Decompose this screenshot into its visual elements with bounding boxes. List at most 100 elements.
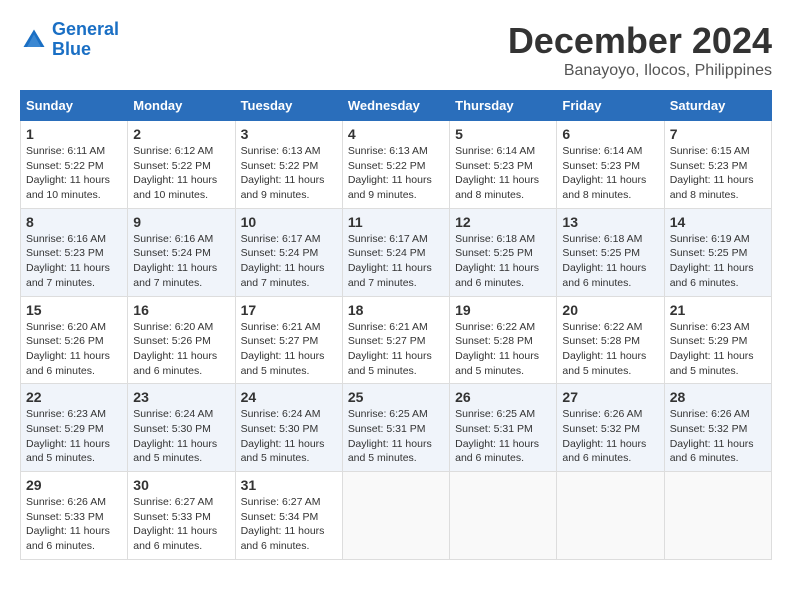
day-number: 5	[455, 126, 551, 142]
day-number: 14	[670, 214, 766, 230]
day-info: Sunrise: 6:20 AM Sunset: 5:26 PM Dayligh…	[26, 320, 122, 379]
calendar-cell: 6Sunrise: 6:14 AM Sunset: 5:23 PM Daylig…	[557, 121, 664, 209]
day-info: Sunrise: 6:17 AM Sunset: 5:24 PM Dayligh…	[241, 232, 337, 291]
weekday-header-thursday: Thursday	[450, 91, 557, 121]
day-number: 16	[133, 302, 229, 318]
logo: General Blue	[20, 20, 119, 60]
calendar-cell: 31 Sunrise: 6:27 AM Sunset: 5:34 PM Dayli…	[235, 472, 342, 560]
calendar-cell: 20 Sunrise: 6:22 AM Sunset: 5:28 PM Dayli…	[557, 296, 664, 384]
calendar-week-5: 29 Sunrise: 6:26 AM Sunset: 5:33 PM Dayli…	[21, 472, 772, 560]
calendar-table: SundayMondayTuesdayWednesdayThursdayFrid…	[20, 90, 772, 560]
weekday-header-friday: Friday	[557, 91, 664, 121]
calendar-week-4: 22 Sunrise: 6:23 AM Sunset: 5:29 PM Dayli…	[21, 384, 772, 472]
calendar-cell: 14 Sunrise: 6:19 AM Sunset: 5:25 PM Dayli…	[664, 208, 771, 296]
day-number: 13	[562, 214, 658, 230]
day-number: 27	[562, 389, 658, 405]
calendar-cell: 18Sunrise: 6:21 AM Sunset: 5:27 PM Dayli…	[342, 296, 449, 384]
calendar-cell: 7Sunrise: 6:15 AM Sunset: 5:23 PM Daylig…	[664, 121, 771, 209]
day-number: 19	[455, 302, 551, 318]
calendar-cell: 17Sunrise: 6:21 AM Sunset: 5:27 PM Dayli…	[235, 296, 342, 384]
day-number: 18	[348, 302, 444, 318]
calendar-cell: 11 Sunrise: 6:17 AM Sunset: 5:24 PM Dayli…	[342, 208, 449, 296]
calendar-cell: 25 Sunrise: 6:25 AM Sunset: 5:31 PM Dayli…	[342, 384, 449, 472]
day-number: 25	[348, 389, 444, 405]
day-info: Sunrise: 6:25 AM Sunset: 5:31 PM Dayligh…	[455, 407, 551, 466]
day-info: Sunrise: 6:25 AM Sunset: 5:31 PM Dayligh…	[348, 407, 444, 466]
calendar-cell: 28 Sunrise: 6:26 AM Sunset: 5:32 PM Dayli…	[664, 384, 771, 472]
day-info: Sunrise: 6:13 AM Sunset: 5:22 PM Dayligh…	[348, 144, 444, 203]
day-info: Sunrise: 6:26 AM Sunset: 5:33 PM Dayligh…	[26, 495, 122, 554]
calendar-cell: 26 Sunrise: 6:25 AM Sunset: 5:31 PM Dayli…	[450, 384, 557, 472]
day-info: Sunrise: 6:17 AM Sunset: 5:24 PM Dayligh…	[348, 232, 444, 291]
calendar-cell: 3 Sunrise: 6:13 AM Sunset: 5:22 PM Daylig…	[235, 121, 342, 209]
day-number: 20	[562, 302, 658, 318]
day-number: 15	[26, 302, 122, 318]
month-title: December 2024	[508, 20, 772, 62]
day-number: 29	[26, 477, 122, 493]
weekday-header-saturday: Saturday	[664, 91, 771, 121]
day-number: 23	[133, 389, 229, 405]
day-number: 30	[133, 477, 229, 493]
logo-icon	[20, 26, 48, 54]
calendar-week-3: 15 Sunrise: 6:20 AM Sunset: 5:26 PM Dayli…	[21, 296, 772, 384]
calendar-week-2: 8Sunrise: 6:16 AM Sunset: 5:23 PM Daylig…	[21, 208, 772, 296]
calendar-cell: 15 Sunrise: 6:20 AM Sunset: 5:26 PM Dayli…	[21, 296, 128, 384]
calendar-cell: 30Sunrise: 6:27 AM Sunset: 5:33 PM Dayli…	[128, 472, 235, 560]
calendar-cell: 22 Sunrise: 6:23 AM Sunset: 5:29 PM Dayli…	[21, 384, 128, 472]
day-info: Sunrise: 6:13 AM Sunset: 5:22 PM Dayligh…	[241, 144, 337, 203]
day-info: Sunrise: 6:27 AM Sunset: 5:34 PM Dayligh…	[241, 495, 337, 554]
calendar-cell: 19 Sunrise: 6:22 AM Sunset: 5:28 PM Dayli…	[450, 296, 557, 384]
day-info: Sunrise: 6:26 AM Sunset: 5:32 PM Dayligh…	[562, 407, 658, 466]
logo-text-line1: General	[52, 20, 119, 40]
calendar-week-1: 1 Sunrise: 6:11 AM Sunset: 5:22 PM Daylig…	[21, 121, 772, 209]
day-info: Sunrise: 6:19 AM Sunset: 5:25 PM Dayligh…	[670, 232, 766, 291]
day-number: 2	[133, 126, 229, 142]
day-info: Sunrise: 6:21 AM Sunset: 5:27 PM Dayligh…	[241, 320, 337, 379]
day-number: 24	[241, 389, 337, 405]
day-number: 6	[562, 126, 658, 142]
calendar-cell: 8Sunrise: 6:16 AM Sunset: 5:23 PM Daylig…	[21, 208, 128, 296]
calendar-cell: 23Sunrise: 6:24 AM Sunset: 5:30 PM Dayli…	[128, 384, 235, 472]
calendar-body: 1 Sunrise: 6:11 AM Sunset: 5:22 PM Daylig…	[21, 121, 772, 560]
calendar-cell	[557, 472, 664, 560]
day-info: Sunrise: 6:14 AM Sunset: 5:23 PM Dayligh…	[455, 144, 551, 203]
day-info: Sunrise: 6:16 AM Sunset: 5:24 PM Dayligh…	[133, 232, 229, 291]
calendar-cell	[342, 472, 449, 560]
day-info: Sunrise: 6:18 AM Sunset: 5:25 PM Dayligh…	[562, 232, 658, 291]
calendar-header: SundayMondayTuesdayWednesdayThursdayFrid…	[21, 91, 772, 121]
day-number: 26	[455, 389, 551, 405]
calendar-cell: 21 Sunrise: 6:23 AM Sunset: 5:29 PM Dayli…	[664, 296, 771, 384]
day-number: 28	[670, 389, 766, 405]
calendar-cell: 9Sunrise: 6:16 AM Sunset: 5:24 PM Daylig…	[128, 208, 235, 296]
calendar-cell: 1 Sunrise: 6:11 AM Sunset: 5:22 PM Daylig…	[21, 121, 128, 209]
weekday-header-sunday: Sunday	[21, 91, 128, 121]
calendar-cell: 29 Sunrise: 6:26 AM Sunset: 5:33 PM Dayli…	[21, 472, 128, 560]
day-number: 11	[348, 214, 444, 230]
title-area: December 2024 Banayoyo, Ilocos, Philippi…	[508, 20, 772, 80]
day-number: 22	[26, 389, 122, 405]
day-info: Sunrise: 6:12 AM Sunset: 5:22 PM Dayligh…	[133, 144, 229, 203]
calendar-cell	[450, 472, 557, 560]
weekday-row: SundayMondayTuesdayWednesdayThursdayFrid…	[21, 91, 772, 121]
day-info: Sunrise: 6:11 AM Sunset: 5:22 PM Dayligh…	[26, 144, 122, 203]
calendar-cell: 4Sunrise: 6:13 AM Sunset: 5:22 PM Daylig…	[342, 121, 449, 209]
day-info: Sunrise: 6:26 AM Sunset: 5:32 PM Dayligh…	[670, 407, 766, 466]
day-info: Sunrise: 6:23 AM Sunset: 5:29 PM Dayligh…	[26, 407, 122, 466]
day-number: 3	[241, 126, 337, 142]
day-info: Sunrise: 6:24 AM Sunset: 5:30 PM Dayligh…	[241, 407, 337, 466]
weekday-header-monday: Monday	[128, 91, 235, 121]
day-number: 31	[241, 477, 337, 493]
calendar-cell: 5 Sunrise: 6:14 AM Sunset: 5:23 PM Daylig…	[450, 121, 557, 209]
location-title: Banayoyo, Ilocos, Philippines	[508, 62, 772, 80]
day-info: Sunrise: 6:18 AM Sunset: 5:25 PM Dayligh…	[455, 232, 551, 291]
day-info: Sunrise: 6:22 AM Sunset: 5:28 PM Dayligh…	[455, 320, 551, 379]
day-number: 1	[26, 126, 122, 142]
day-number: 21	[670, 302, 766, 318]
calendar-cell: 16Sunrise: 6:20 AM Sunset: 5:26 PM Dayli…	[128, 296, 235, 384]
day-info: Sunrise: 6:16 AM Sunset: 5:23 PM Dayligh…	[26, 232, 122, 291]
day-info: Sunrise: 6:22 AM Sunset: 5:28 PM Dayligh…	[562, 320, 658, 379]
day-info: Sunrise: 6:23 AM Sunset: 5:29 PM Dayligh…	[670, 320, 766, 379]
calendar-cell: 10Sunrise: 6:17 AM Sunset: 5:24 PM Dayli…	[235, 208, 342, 296]
day-info: Sunrise: 6:15 AM Sunset: 5:23 PM Dayligh…	[670, 144, 766, 203]
calendar-cell: 12Sunrise: 6:18 AM Sunset: 5:25 PM Dayli…	[450, 208, 557, 296]
